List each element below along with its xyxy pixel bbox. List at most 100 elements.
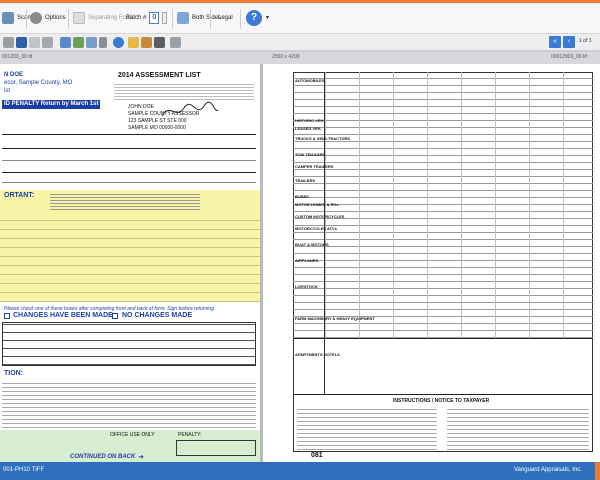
- print-icon[interactable]: [42, 37, 53, 48]
- options-label: Options: [45, 15, 66, 21]
- property-grid-columns: [325, 72, 593, 338]
- row-label: TOW TRAILERS: [295, 152, 326, 157]
- save-icon[interactable]: [16, 37, 27, 48]
- penalty-banner: ID PENALTY Return by March 1st: [4, 101, 99, 107]
- toolbar-divider: [68, 9, 69, 29]
- important-text-block: [50, 192, 200, 210]
- ruler-icon[interactable]: [128, 37, 139, 48]
- tab-right-image[interactable]: 00012903_00.tif: [551, 54, 587, 60]
- changes-made-label: CHANGES HAVE BEEN MADE: [13, 312, 113, 319]
- notice-heading: TION:: [4, 370, 24, 377]
- rotate-icon[interactable]: [3, 37, 14, 48]
- row-label: BUSES: [295, 194, 309, 199]
- image-icon[interactable]: [73, 37, 84, 48]
- arrow-right-icon: ➜: [138, 454, 144, 461]
- row-label: HISTORIC VEH.: [295, 118, 325, 123]
- form-rule: [2, 172, 256, 173]
- row-label: MOTOR HOMES & RVs: [295, 202, 339, 207]
- left-document-pane[interactable]: N DOE ecor, Sample County, MO ist 2014 A…: [0, 64, 260, 462]
- owner-list-label: ist: [4, 88, 10, 94]
- image-toolbar: « ‹ 1 of 1: [0, 34, 600, 51]
- page-view-icon[interactable]: [86, 37, 97, 48]
- penalty-label: PENALTY:: [178, 432, 202, 438]
- tab-left-image[interactable]: 001203_00 tif: [2, 54, 32, 60]
- zoom-dropdown-icon[interactable]: [99, 37, 107, 48]
- form-rule: [2, 134, 256, 135]
- copy-icon[interactable]: [29, 37, 40, 48]
- first-page-icon[interactable]: «: [549, 36, 561, 48]
- duplex-icon: [177, 12, 189, 24]
- no-changes-label: NO CHANGES MADE: [122, 312, 193, 319]
- fit-page-icon[interactable]: [60, 37, 71, 48]
- undo-icon[interactable]: [113, 37, 124, 48]
- paper-size-button[interactable]: Legal: [218, 9, 233, 27]
- paper-size-label: Legal: [218, 15, 233, 21]
- continued-on-back: CONTINUED ON BACK: [70, 454, 136, 460]
- form-rule: [2, 160, 256, 161]
- row-label: MOTORCYCLES ATVs: [295, 226, 337, 231]
- previous-page-icon[interactable]: ‹: [563, 36, 575, 48]
- instructions-column-left: [297, 406, 437, 450]
- owner-location: ecor, Sample County, MO: [4, 80, 73, 86]
- grid-rule: [293, 338, 593, 339]
- form-number: 081: [311, 452, 323, 459]
- page-counter: 1 of 1: [579, 38, 592, 44]
- grid-rule: [293, 394, 593, 395]
- main-toolbar: Scan Options Separating Form Batch # 0 B…: [0, 3, 600, 34]
- changes-grid: [2, 322, 256, 366]
- separating-form-button[interactable]: Separating Form: [73, 9, 133, 27]
- right-document-pane[interactable]: AUTOMOBILES HISTORIC VEH. LEASED VEH. TR…: [263, 64, 600, 462]
- row-label: CAMPER TRAILERS: [295, 164, 334, 169]
- form-rule: [2, 182, 256, 183]
- settings-icon[interactable]: [170, 37, 181, 48]
- scanner-icon: [2, 12, 14, 24]
- status-file-info: 001-PH10 TIFF: [3, 467, 45, 473]
- instructions-column-right: [447, 406, 589, 450]
- status-bar: 001-PH10 TIFF Vanguard Appraisals, Inc.: [0, 462, 600, 480]
- assessment-list-title: 2014 ASSESSMENT LIST: [118, 72, 201, 79]
- row-label: LIVESTOCK: [295, 284, 318, 289]
- toolbar-divider: [172, 9, 173, 29]
- row-label: LEASED VEH.: [295, 126, 322, 131]
- separator-sheet-icon: [73, 12, 85, 24]
- category-column: AUTOMOBILES HISTORIC VEH. LEASED VEH. TR…: [293, 72, 375, 394]
- form-rule: [2, 148, 256, 149]
- important-heading: ORTANT:: [4, 192, 35, 199]
- listed-property-rows: [0, 214, 260, 302]
- row-label: TRUCKS & SEMI-TRACTORS: [295, 136, 351, 141]
- measure-icon[interactable]: [141, 37, 152, 48]
- notice-text-block: [2, 380, 256, 428]
- both-sides-button[interactable]: Both Sides: [177, 9, 221, 27]
- office-use-label: OFFICE USE ONLY: [110, 432, 155, 438]
- row-label: TRAILERS: [295, 178, 315, 183]
- chevron-down-icon: ▼: [265, 15, 270, 21]
- crop-icon[interactable]: [154, 37, 165, 48]
- help-icon: ?: [246, 10, 262, 26]
- no-changes-checkbox[interactable]: [112, 313, 118, 319]
- document-tab-bar: 001203_00 tif 2550 x 4200 00012903_00.ti…: [0, 52, 600, 64]
- toolbar-divider: [240, 9, 241, 29]
- both-sides-label: Both Sides: [192, 15, 222, 21]
- row-label: APARTMENTS HOTELS: [295, 352, 340, 357]
- options-button[interactable]: Options: [30, 9, 66, 27]
- instructions-text-block: [114, 82, 254, 100]
- image-dimensions: 2550 x 4200: [272, 54, 300, 60]
- instructions-title: INSTRUCTIONS / NOTICE TO TAXPAYER: [393, 398, 490, 404]
- owner-name: N DOE: [4, 72, 24, 78]
- batch-label: Batch #: [126, 15, 147, 21]
- toolbar-divider: [26, 9, 27, 29]
- row-label: AUTOMOBILES: [295, 78, 325, 83]
- help-button[interactable]: ? ▼: [246, 9, 270, 27]
- changes-made-checkbox[interactable]: [4, 313, 10, 319]
- handwritten-signature: [161, 101, 219, 117]
- mailing-address-line: SAMPLE MO 00000-0000: [128, 125, 186, 131]
- status-company: Vanguard Appraisals, Inc.: [514, 467, 582, 473]
- batch-number-input[interactable]: 0: [149, 12, 160, 24]
- row-label: AIRPLANES: [295, 258, 319, 263]
- toolbar-divider: [210, 9, 211, 29]
- row-label: BOAT & MOTORS: [295, 242, 329, 247]
- gear-icon: [30, 12, 42, 24]
- row-label: CUSTOM MOTORCYCLES: [295, 214, 345, 219]
- batch-spinner[interactable]: [162, 12, 168, 24]
- penalty-box: [176, 440, 256, 456]
